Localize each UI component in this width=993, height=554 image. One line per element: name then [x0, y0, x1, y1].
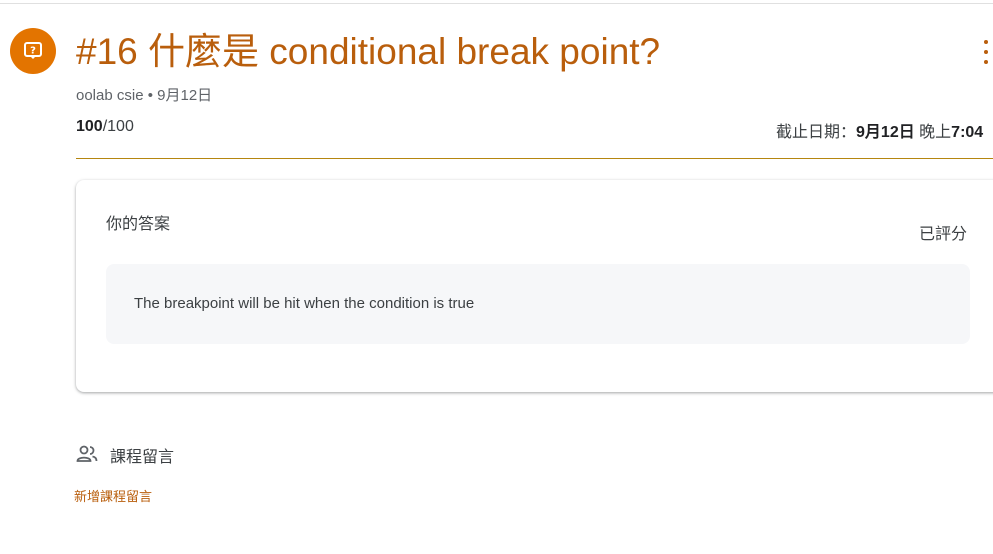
answer-text: The breakpoint will be hit when the cond… [134, 295, 475, 312]
your-work-title: 你的答案 [106, 216, 171, 233]
due-time-prefix: 晚上 [914, 124, 952, 141]
assignment-question-icon: ? [10, 28, 56, 74]
more-options-icon[interactable] [980, 40, 992, 64]
people-icon [76, 444, 98, 464]
points-total: /100 [102, 118, 134, 135]
meta-separator: • [147, 87, 158, 104]
points: 100/100 [76, 118, 134, 136]
header-divider [76, 158, 993, 159]
answer-box: The breakpoint will be hit when the cond… [106, 264, 970, 344]
points-earned: 100 [76, 118, 103, 135]
due-label: 截止日期： [776, 124, 857, 141]
grade-status: 已評分 [919, 226, 968, 243]
posted-date: 9月12日 [157, 87, 213, 104]
due-date-value: 9月12日 [856, 124, 915, 141]
add-class-comment-link[interactable]: 新增課程留言 [74, 486, 152, 505]
your-work-card: 你的答案 已評分 The breakpoint will be hit when… [76, 180, 993, 392]
assignment-meta: oolab csie • 9月12日 [76, 84, 212, 105]
assignment-title: #16 什麼是 conditional break point? [76, 31, 661, 72]
top-rule [0, 3, 993, 4]
author-name: oolab csie [76, 87, 144, 104]
svg-text:?: ? [30, 46, 36, 57]
class-comments-label: 課程留言 [110, 449, 175, 466]
due-date: 截止日期：9月12日 晚上7:04 [776, 118, 983, 142]
due-time: 7:04 [951, 124, 984, 141]
